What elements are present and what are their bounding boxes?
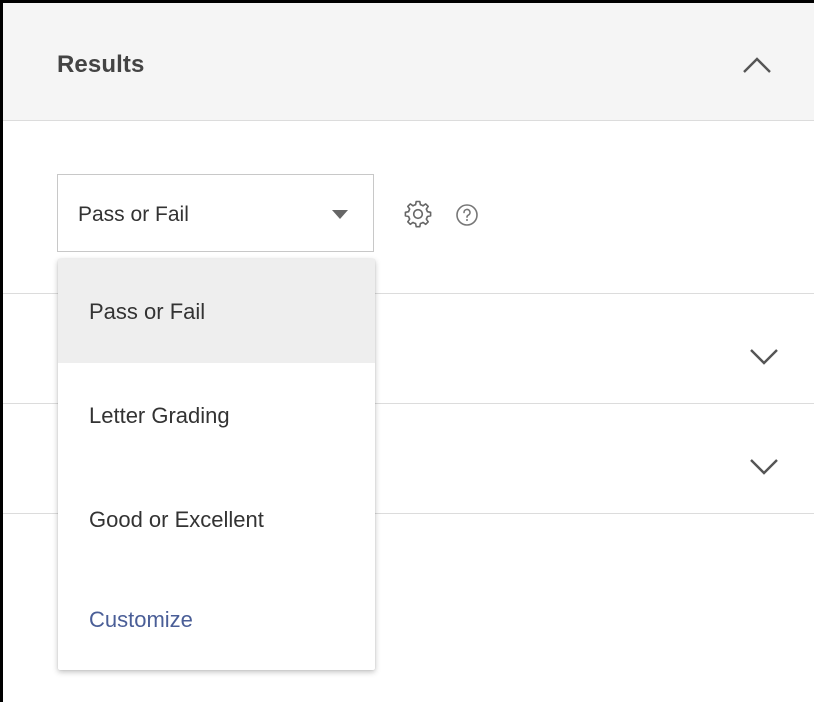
dropdown-option-label: Customize [89, 607, 193, 632]
dropdown-option-good-or-excellent[interactable]: Good or Excellent [58, 467, 375, 571]
dropdown-option-label: Pass or Fail [89, 299, 206, 324]
dropdown-option-customize[interactable]: Customize [58, 567, 375, 671]
results-section-title: Results [57, 51, 145, 78]
question-circle-icon[interactable] [455, 203, 479, 227]
dropdown-option-pass-or-fail[interactable]: Pass or Fail [58, 259, 375, 363]
chevron-down-icon[interactable] [748, 347, 780, 367]
chevron-up-icon[interactable] [741, 55, 773, 75]
grading-type-dropdown-menu: Pass or Fail Letter Grading Good or Exce… [58, 259, 375, 670]
results-panel: Results Pass or Fail Pass or Fail Letter… [0, 0, 814, 702]
caret-down-icon [332, 210, 348, 219]
gear-icon[interactable] [403, 199, 433, 229]
dropdown-option-letter-grading[interactable]: Letter Grading [58, 363, 375, 467]
dropdown-option-label: Letter Grading [89, 403, 230, 428]
dropdown-option-label: Good or Excellent [89, 507, 264, 532]
results-section-header[interactable]: Results [3, 3, 814, 121]
grading-type-select[interactable]: Pass or Fail [57, 174, 374, 252]
grading-type-select-value: Pass or Fail [78, 203, 189, 226]
chevron-down-icon[interactable] [748, 457, 780, 477]
